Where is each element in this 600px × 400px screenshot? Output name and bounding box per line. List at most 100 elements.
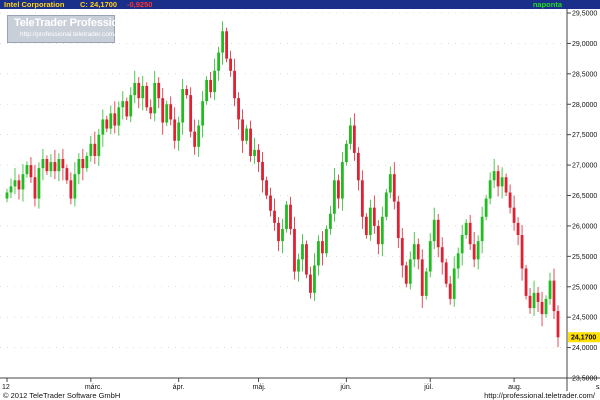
candle-body <box>508 192 512 208</box>
chart-header-bar: Intel Corporation C: 24,1700 -0,9250 nap… <box>0 0 600 9</box>
instrument-title: Intel Corporation <box>4 0 65 9</box>
candle-body <box>336 180 340 199</box>
candle-body <box>392 174 396 202</box>
x-tick-label: 12 <box>2 384 10 391</box>
candle-body <box>309 274 312 293</box>
candle-body <box>416 244 420 260</box>
candle-body <box>225 31 229 59</box>
candle-body <box>21 174 25 190</box>
y-axis-ticks: 23,5000 24,0000 24,5000 25,0000 25,5000 26,00… <box>567 11 597 383</box>
candle-body <box>229 58 232 71</box>
candle-body <box>9 186 13 193</box>
candle-body <box>109 113 113 129</box>
candle-body <box>516 222 520 236</box>
candle-body <box>253 149 256 156</box>
candle-body <box>524 268 528 296</box>
candle-body <box>313 265 316 293</box>
candle-body <box>129 95 133 117</box>
candle-body <box>233 70 236 99</box>
candle-body <box>456 253 460 269</box>
candle-body <box>5 192 9 199</box>
candle-body <box>49 162 53 172</box>
x-tick-label: aug. <box>508 384 522 391</box>
candle-body <box>153 82 157 114</box>
x-axis-ticks: 12 márc. ápr. máj. jún. júl. aug. szept. <box>2 378 600 391</box>
candle-body <box>444 262 448 284</box>
candle-body <box>468 222 472 245</box>
y-tick-label: 25,0000 <box>572 284 597 291</box>
candlestick-chart[interactable]: 23,5000 24,0000 24,5000 25,0000 25,5000 26,00… <box>0 9 600 400</box>
candle-body <box>329 213 332 229</box>
candle-body <box>29 165 33 178</box>
logo-url: http://professional.teletrader.com/ <box>20 31 117 38</box>
candle-body <box>305 244 308 275</box>
candle-body <box>532 292 536 309</box>
y-tick-label: 28,5000 <box>572 71 597 78</box>
candle-body <box>101 119 105 135</box>
candle-body <box>552 280 556 312</box>
candle-body <box>169 104 173 120</box>
footer-url: http://professional.teletrader.com/ <box>484 391 595 400</box>
candle-body <box>41 159 45 169</box>
candle-body <box>460 235 464 254</box>
candle-body <box>241 119 244 141</box>
candle-body <box>368 207 372 236</box>
teletrader-logo: TeleTrader Professional http://professio… <box>7 15 134 43</box>
candle-body <box>428 241 432 272</box>
candle-body <box>512 207 516 223</box>
candle-body <box>25 165 29 175</box>
candle-body <box>432 219 436 242</box>
candle-body <box>452 268 456 299</box>
candle-body <box>540 301 544 315</box>
chart-window: Intel Corporation C: 24,1700 -0,9250 nap… <box>0 0 600 400</box>
y-tick-label: 28,0000 <box>572 102 597 109</box>
candle-body <box>121 101 125 108</box>
y-tick-label: 26,5000 <box>572 193 597 200</box>
candle-body <box>37 168 41 199</box>
candle-body <box>249 128 252 156</box>
candle-body <box>412 244 416 260</box>
candle-body <box>333 180 336 214</box>
x-tick-label: máj. <box>253 384 266 391</box>
y-tick-label: 25,5000 <box>572 254 597 261</box>
candle-body <box>113 113 117 126</box>
y-tick-label: 27,5000 <box>572 132 597 139</box>
candle-body <box>81 159 85 169</box>
candle-body <box>388 174 392 193</box>
y-tick-label: 23,5000 <box>572 376 597 383</box>
y-tick-label: 27,0000 <box>572 163 597 170</box>
candle-body <box>97 134 101 156</box>
candle-body <box>364 216 368 236</box>
y-tick-label: 24,0000 <box>572 345 597 352</box>
x-tick-label: ápr. <box>173 384 185 391</box>
candle-body <box>356 152 360 181</box>
x-tick-label: szept. <box>596 384 600 391</box>
x-tick-label: márc. <box>85 384 103 391</box>
candle-body <box>165 104 169 123</box>
candle-body <box>321 241 324 254</box>
candle-body <box>125 101 129 117</box>
close-price-label: C: 24,1700 <box>80 0 118 9</box>
candle-body <box>149 107 153 114</box>
candle-body <box>89 143 93 156</box>
candle-body <box>237 98 240 120</box>
candle-body <box>464 222 468 236</box>
last-price-marker: 24,1700 <box>568 332 600 343</box>
candle-body <box>217 52 221 71</box>
candle-body <box>293 228 296 272</box>
candle-body <box>185 89 189 96</box>
candle-body <box>400 238 404 266</box>
candle-body <box>528 295 532 309</box>
candle-body <box>436 219 440 248</box>
candle-body <box>556 311 560 338</box>
candle-body <box>85 155 89 169</box>
candle-body <box>69 180 73 199</box>
candle-body <box>340 162 344 199</box>
candle-body <box>33 177 37 199</box>
candle-body <box>117 107 121 126</box>
candle-body <box>289 204 292 229</box>
candle-body <box>221 31 225 53</box>
copyright-text: © 2012 TeleTrader Software GmbH <box>3 391 121 400</box>
candle-body <box>344 143 348 163</box>
candle-body <box>317 241 320 266</box>
